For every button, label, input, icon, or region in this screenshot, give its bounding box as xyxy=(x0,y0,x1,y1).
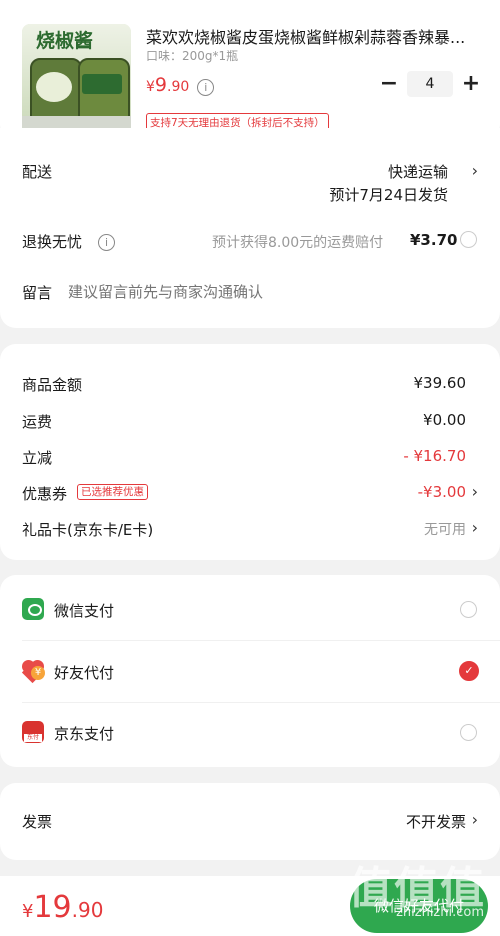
chevron-right-icon[interactable]: › xyxy=(472,482,478,501)
wechat-pay-label[interactable]: 微信支付 xyxy=(54,600,114,621)
shipping-value: ¥0.00 xyxy=(423,411,466,429)
product-image[interactable]: 烧椒酱 xyxy=(22,24,131,134)
return-insurance-radio[interactable] xyxy=(460,231,477,248)
jd-pay-radio[interactable] xyxy=(460,724,477,741)
product-spec[interactable]: 口味：200g*1瓶 xyxy=(146,47,238,64)
invoice-label: 发票 xyxy=(22,813,53,831)
return-insurance-label: 退换无忧 xyxy=(22,233,83,251)
coupon-badge: 已选推荐优惠 xyxy=(77,484,148,500)
chevron-right-icon[interactable]: › xyxy=(472,810,478,829)
discount-value: - ¥16.70 xyxy=(403,447,466,465)
minus-button[interactable]: − xyxy=(376,71,402,97)
goods-amount-label: 商品金额 xyxy=(22,376,83,394)
coupon-label: 优惠券 xyxy=(22,485,68,503)
return-insurance-desc: 预计获得8.00元的运费赔付 xyxy=(212,235,384,251)
info-icon[interactable]: i xyxy=(98,234,115,251)
price-symbol: ¥ xyxy=(146,79,155,95)
friend-pay-icon-text: ¥ xyxy=(31,666,45,680)
quantity-stepper: − 4 + xyxy=(376,70,484,98)
jd-pay-label[interactable]: 京东支付 xyxy=(54,723,114,744)
coupon-value[interactable]: -¥3.00 xyxy=(418,483,466,501)
watermark-url: zhizhizhi.com xyxy=(396,905,484,920)
chevron-right-icon[interactable]: › xyxy=(472,518,478,537)
total-price-decimal: .90 xyxy=(71,898,104,922)
discount-label: 立减 xyxy=(22,449,53,467)
giftcard-value[interactable]: 无可用 xyxy=(424,519,466,539)
total-price-symbol: ¥ xyxy=(22,901,34,922)
plus-button[interactable]: + xyxy=(458,71,484,97)
quantity-input[interactable]: 4 xyxy=(407,71,453,97)
giftcard-label: 礼品卡(京东卡/E卡) xyxy=(22,521,154,539)
product-image-title: 烧椒酱 xyxy=(36,30,94,52)
product-name[interactable]: 菜欢欢烧椒酱皮蛋烧椒酱鲜椒剁蒜蓉香辣暴... xyxy=(146,24,476,48)
delivery-eta: 预计7月24日发货 xyxy=(329,186,448,204)
total-price-integer: 19 xyxy=(33,890,72,925)
friend-pay-label[interactable]: 好友代付 xyxy=(54,662,114,683)
friend-pay-icon: ¥ xyxy=(21,660,46,684)
message-input[interactable] xyxy=(66,280,470,304)
message-label: 留言 xyxy=(22,284,53,302)
divider xyxy=(22,702,500,703)
shipping-label: 运费 xyxy=(22,413,53,431)
unit-price: ¥9.90 i xyxy=(146,74,215,96)
total-price: ¥19.90 xyxy=(22,890,103,925)
delivery-label: 配送 xyxy=(22,163,53,181)
info-icon[interactable]: i xyxy=(197,78,215,96)
goods-amount-value: ¥39.60 xyxy=(413,374,467,392)
chevron-right-icon[interactable]: › xyxy=(472,161,478,180)
wechat-pay-radio[interactable] xyxy=(460,601,477,618)
invoice-value[interactable]: 不开发票 xyxy=(406,811,466,832)
delivery-method[interactable]: 快递运输 xyxy=(388,161,448,182)
price-decimal: .90 xyxy=(167,79,190,95)
friend-pay-radio[interactable]: ✓ xyxy=(459,661,479,681)
return-insurance-price: ¥3.70 xyxy=(410,231,458,249)
price-integer: 9 xyxy=(154,74,168,96)
jd-pay-icon-text: 东付 xyxy=(24,734,42,742)
divider xyxy=(22,640,500,641)
